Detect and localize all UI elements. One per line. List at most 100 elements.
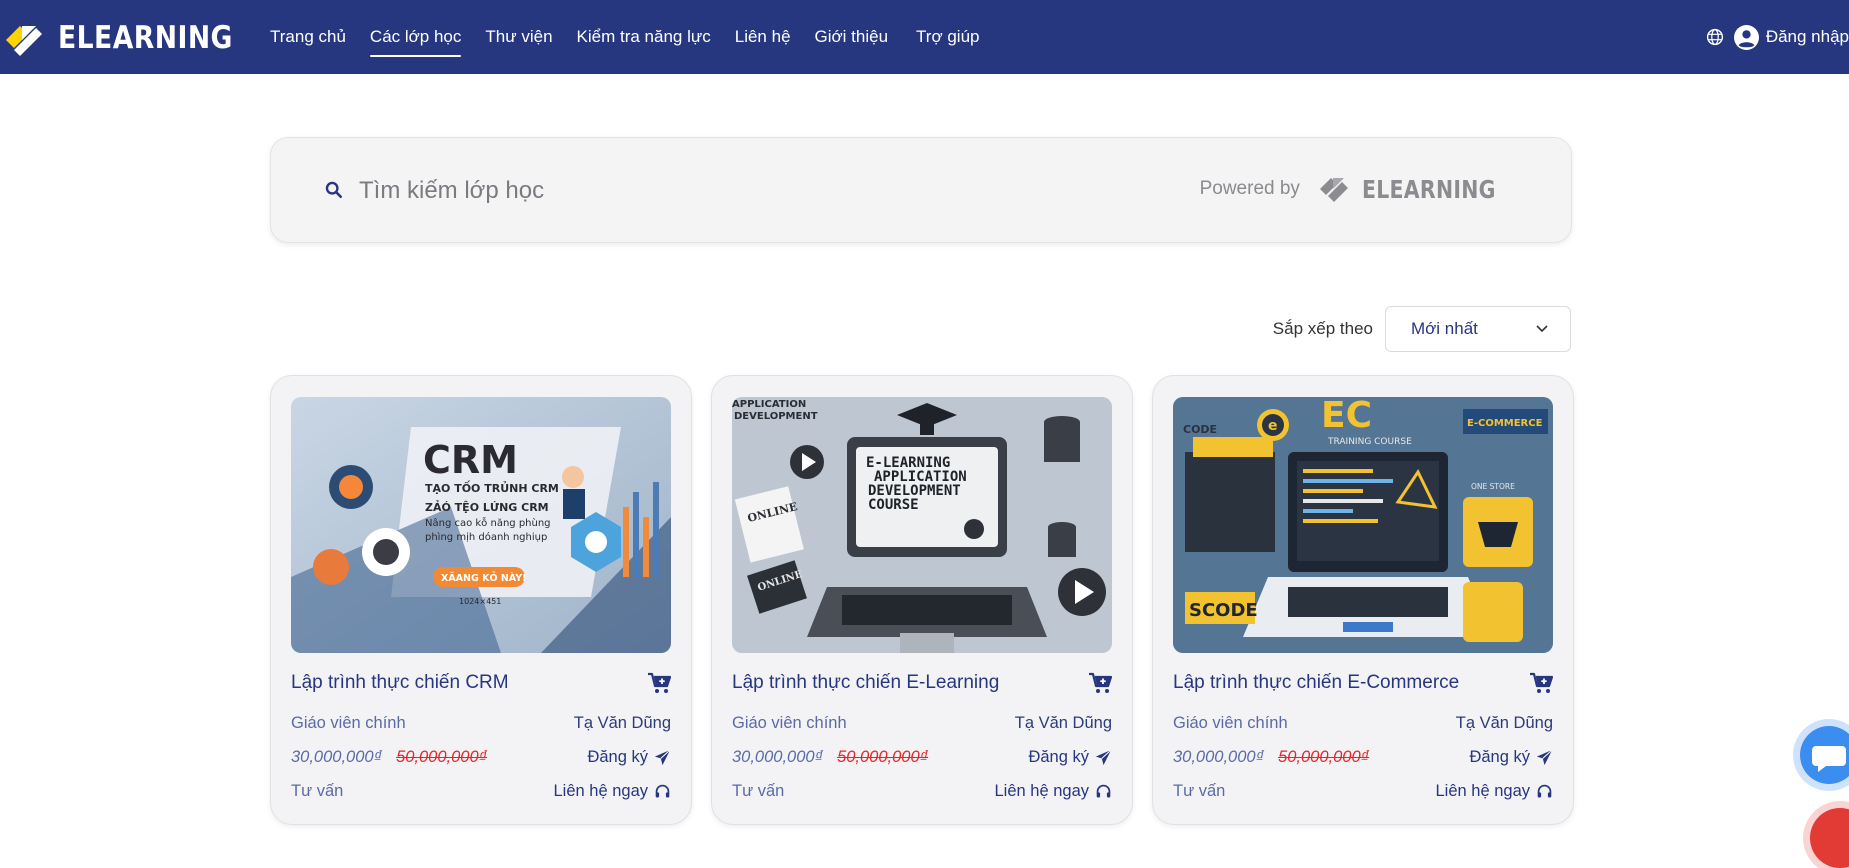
top-navbar: ELEARNING Trang chủ Các lớp học Thư viện… [0,0,1849,74]
course-old-price: 50,000,000₫ [837,748,929,766]
paper-plane-icon [1095,749,1112,766]
course-title[interactable]: Lập trình thực chiến E-Commerce [1173,672,1459,694]
course-teacher-row: Giáo viên chính Tạ Văn Dũng [291,714,671,733]
nav-item-home[interactable]: Trang chủ [270,0,346,74]
course-consult-row: Tư vấn Liên hệ ngay [1173,782,1553,801]
register-label: Đăng ký [1469,748,1530,766]
course-consult-row: Tư vấn Liên hệ ngay [732,782,1112,801]
thumb-text: DEVELOPMENT [734,411,818,422]
register-button[interactable]: Đăng ký [587,748,671,767]
course-title-row: Lập trình thực chiến E-Learning [732,672,1112,694]
globe-icon[interactable] [1706,28,1724,46]
course-price: 30,000,000₫ [732,748,824,766]
register-label: Đăng ký [1028,748,1089,766]
nav-item-about[interactable]: Giới thiệu [815,0,889,74]
search-bar: Powered by ELEARNING [270,137,1572,243]
nav-item-classes[interactable]: Các lớp học [369,0,462,74]
course-price: 30,000,000₫ [1173,748,1265,766]
teacher-name: Tạ Văn Dũng [1455,714,1553,732]
powered-by: Powered by ELEARNING [1200,174,1525,204]
teacher-name: Tạ Văn Dũng [573,714,671,732]
register-button[interactable]: Đăng ký [1469,748,1553,767]
zalo-chat-button[interactable] [1800,726,1849,784]
course-price-row: 30,000,000₫ 50,000,000₫ Đăng ký [1173,748,1553,767]
thumb-text: COURSE [868,497,919,513]
course-title[interactable]: Lập trình thực chiến E-Learning [732,672,999,694]
course-thumbnail[interactable]: CRM TẠO TỐO TRỦNH CRM ZẢÓ TỆO LỨNG CRM N… [291,397,671,653]
user-circle-icon [1733,24,1759,50]
course-title[interactable]: Lập trình thực chiến CRM [291,672,509,694]
thumb-text: e [1268,418,1278,434]
thumb-text: TRAINING COURSE [1327,437,1412,447]
login-label: Đăng nhập [1765,27,1849,46]
logo-diamond-icon [1319,178,1348,202]
contact-now-button[interactable]: Liên hệ ngay [995,782,1113,801]
thumb-text: E-COMMERCE [1467,418,1543,429]
consult-label: Tư vấn [732,782,785,800]
contact-label: Liên hệ ngay [994,782,1090,800]
headset-icon [1096,784,1111,798]
consult-label: Tư vấn [291,782,344,800]
powered-by-brand: ELEARNING [1361,174,1496,204]
course-thumbnail[interactable]: CODE e EC TRAINING COURSE E-COMMERCE ONE… [1173,397,1553,653]
contact-label: Liên hệ ngay [553,782,649,800]
thumb-text: 1024×451 [459,597,501,606]
course-teacher-row: Giáo viên chính Tạ Văn Dũng [732,714,1112,733]
add-to-cart-icon[interactable] [1088,672,1112,694]
course-thumbnail[interactable]: APPLICATION DEVELOPMENT E-LEARNING APPLI… [732,397,1112,653]
thumb-text: TẠO TỐO TRỦNH CRM [425,480,559,495]
search-icon [325,181,343,199]
paper-plane-icon [1536,749,1553,766]
nav-item-library[interactable]: Thư viện [485,0,552,74]
thumb-text: Nâng cao kỗ năng phùng [425,516,551,529]
nav-item-help[interactable]: Trợ giúp [916,0,979,74]
course-old-price: 50,000,000₫ [1278,748,1370,766]
thumb-text: EC [1321,397,1372,436]
course-card[interactable]: CODE e EC TRAINING COURSE E-COMMERCE ONE… [1152,375,1574,825]
sort-selected-value: Mới nhất [1411,319,1478,338]
thumb-text: ZẢÓ TỆO LỨNG CRM [425,500,549,514]
chat-bubble-icon [1812,746,1846,772]
course-title-row: Lập trình thực chiến E-Commerce [1173,672,1553,694]
brand-name: ELEARNING [58,20,233,56]
teacher-label: Giáo viên chính [1173,714,1288,732]
login-button[interactable]: Đăng nhập [1733,24,1849,50]
thumb-text: ONE STORE [1471,482,1515,491]
sort-control: Sắp xếp theo Mới nhất [1273,306,1571,352]
course-title-row: Lập trình thực chiến CRM [291,672,671,694]
chevron-down-icon [1536,325,1548,333]
search-input[interactable] [359,168,1159,214]
brand-logo[interactable]: ELEARNING [2,18,261,58]
course-grid: CRM TẠO TỐO TRỦNH CRM ZẢÓ TỆO LỨNG CRM N… [270,375,1574,825]
course-card[interactable]: CRM TẠO TỐO TRỦNH CRM ZẢÓ TỆO LỨNG CRM N… [270,375,692,825]
course-card[interactable]: APPLICATION DEVELOPMENT E-LEARNING APPLI… [711,375,1133,825]
course-price-row: 30,000,000₫ 50,000,000₫ Đăng ký [732,748,1112,767]
course-consult-row: Tư vấn Liên hệ ngay [291,782,671,801]
register-button[interactable]: Đăng ký [1028,748,1112,767]
contact-now-button[interactable]: Liên hệ ngay [1436,782,1554,801]
thumb-text: CODE [1183,423,1217,436]
course-price: 30,000,000₫ [291,748,383,766]
register-label: Đăng ký [587,748,648,766]
thumb-text: phìng mịh dóanh nghiụp [425,531,547,543]
sort-select[interactable]: Mới nhất [1385,306,1571,352]
consult-label: Tư vấn [1173,782,1226,800]
course-price-row: 30,000,000₫ 50,000,000₫ Đăng ký [291,748,671,767]
nav-item-assessment[interactable]: Kiểm tra năng lực [577,0,711,74]
headset-icon [655,784,670,798]
phone-call-button[interactable] [1810,808,1849,868]
powered-by-logo: ELEARNING [1318,174,1525,204]
nav-item-contact[interactable]: Liên hệ [735,0,791,74]
thumb-text: CRM [423,438,518,482]
headset-icon [1537,784,1552,798]
logo-diamond-icon [6,26,42,56]
course-teacher-row: Giáo viên chính Tạ Văn Dũng [1173,714,1553,733]
teacher-label: Giáo viên chính [291,714,406,732]
teacher-label: Giáo viên chính [732,714,847,732]
add-to-cart-icon[interactable] [647,672,671,694]
thumb-text: APPLICATION [732,399,806,410]
thumb-text: XĂANG KỎ NÀY! [441,571,526,584]
contact-now-button[interactable]: Liên hệ ngay [554,782,672,801]
contact-label: Liên hệ ngay [1435,782,1531,800]
add-to-cart-icon[interactable] [1529,672,1553,694]
